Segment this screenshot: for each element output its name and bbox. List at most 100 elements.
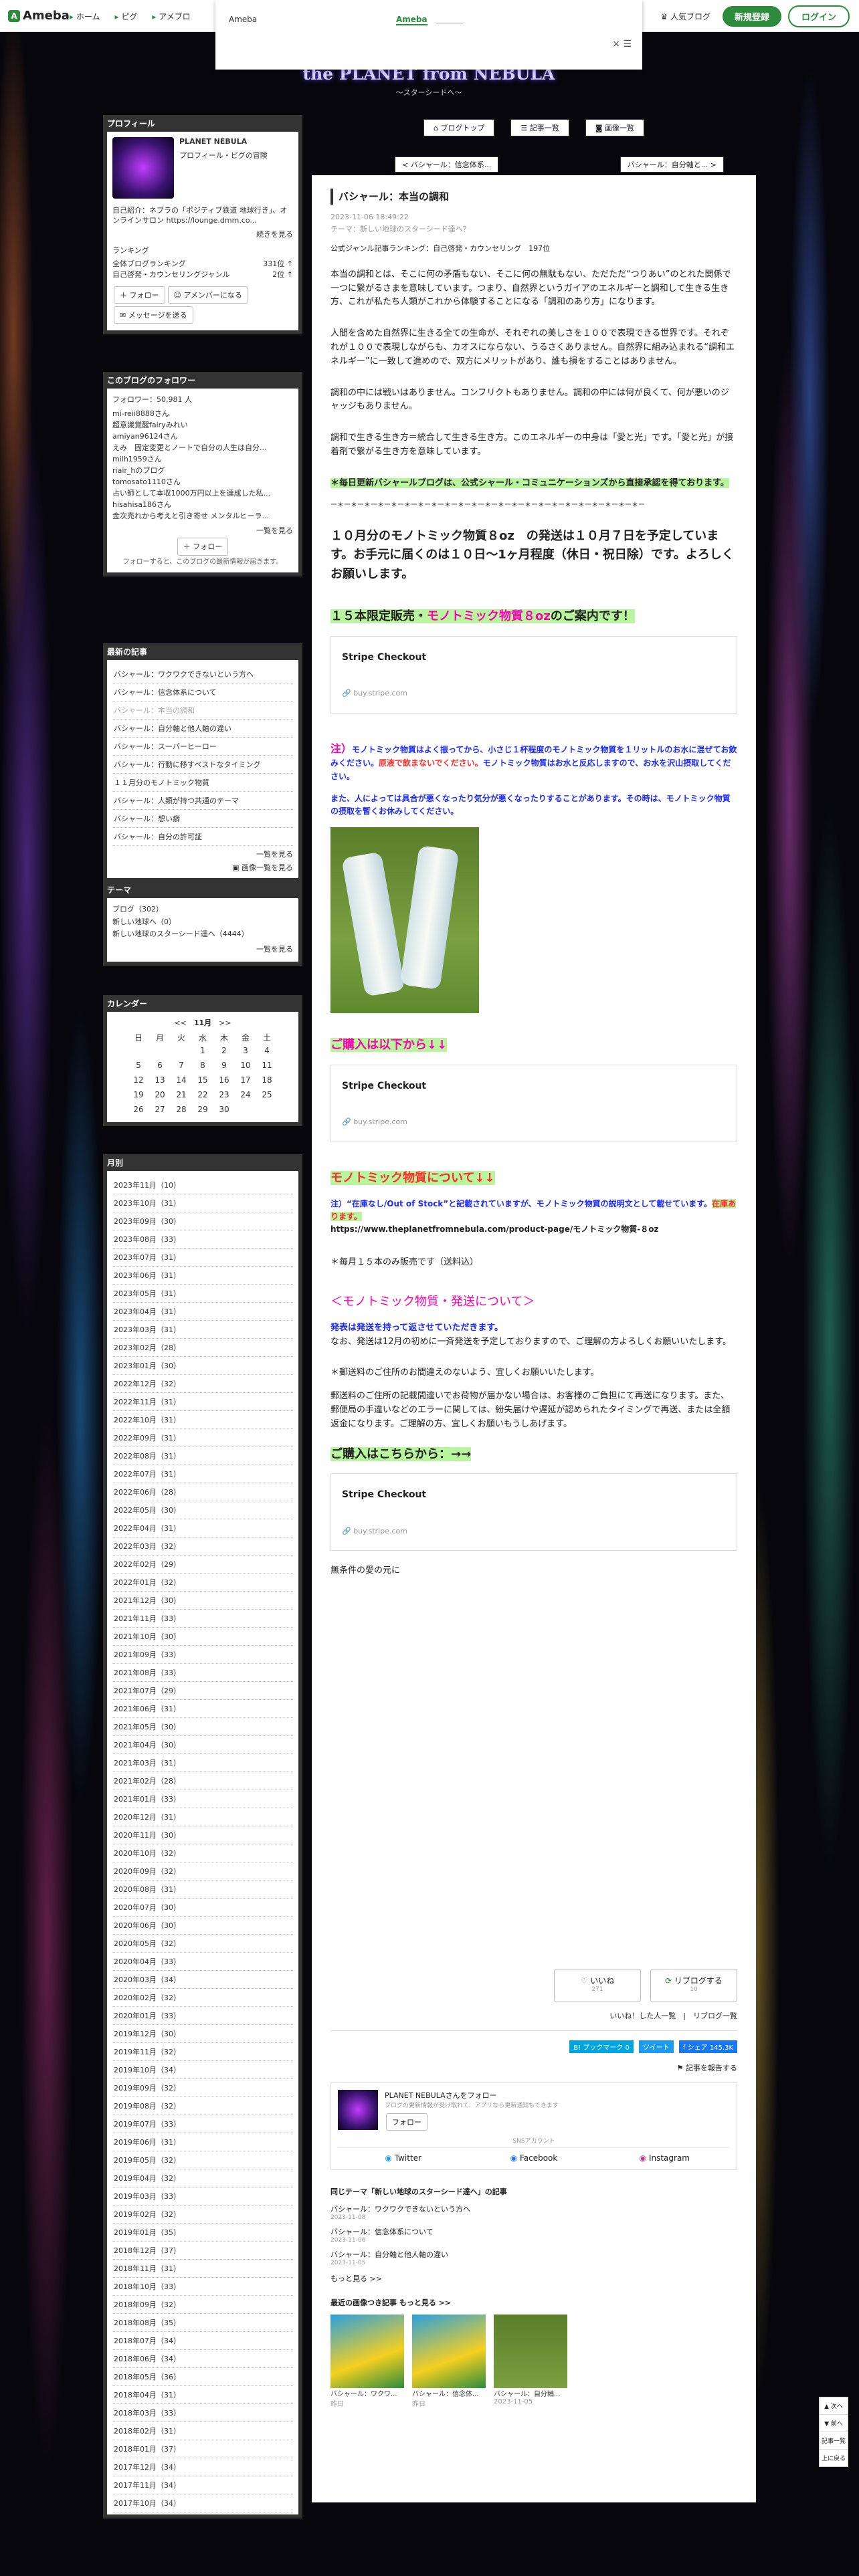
recent-item[interactable]: バシャール：自分の許可証 (112, 828, 293, 846)
archive-item[interactable]: 2021年11月（33） (112, 1610, 293, 1628)
same-theme-item[interactable]: バシャール：ワクワクできないという方へ 2023-11-08 (330, 2204, 737, 2221)
archive-item[interactable]: 2017年09月（35） (112, 2512, 293, 2514)
follow-button[interactable]: ＋ フォロー (114, 286, 165, 304)
theme-item[interactable]: 新しい地球へ（0） (112, 916, 293, 929)
archive-item[interactable]: 2018年05月（36） (112, 2368, 293, 2386)
calendar-day[interactable]: 5 (128, 1058, 149, 1073)
archive-item[interactable]: 2019年11月（32） (112, 2043, 293, 2061)
recent-item[interactable]: バシャール：行動に移すベストなタイミング (112, 756, 293, 774)
follower-item[interactable]: えみ 固定変更とノートで自分の人生は自分... (112, 442, 293, 453)
recent-item[interactable]: バシャール：人類が持つ共通のテーマ (112, 792, 293, 810)
archive-item[interactable]: 2022年06月（28） (112, 1483, 293, 1501)
theme-item[interactable]: 新しい地球のスターシード達へ（4444） (112, 928, 293, 941)
archive-item[interactable]: 2023年06月（31） (112, 1267, 293, 1285)
archive-item[interactable]: 2019年01月（35） (112, 2224, 293, 2242)
archive-item[interactable]: 2022年12月（32） (112, 1375, 293, 1393)
facebook-link[interactable]: ◉ Facebook (468, 2153, 599, 2163)
calendar-day[interactable]: 3 (235, 1043, 256, 1058)
follow-button-2[interactable]: ＋ フォロー (177, 537, 229, 556)
archive-item[interactable]: 2021年02月（28） (112, 1772, 293, 1790)
archive-item[interactable]: 2018年04月（31） (112, 2386, 293, 2404)
recent-item[interactable]: バシャール：信念体系について (112, 683, 293, 702)
twitter-link[interactable]: ◉ Twitter (338, 2153, 468, 2163)
nav-home[interactable]: ホーム (70, 11, 100, 22)
followers-more-link[interactable]: 一覧を見る (112, 525, 293, 536)
same-theme-item[interactable]: バシャール：信念体系について 2023-11-06 (330, 2226, 737, 2244)
archive-item[interactable]: 2019年03月（33） (112, 2187, 293, 2206)
archive-item[interactable]: 2022年07月（31） (112, 1465, 293, 1483)
popular-blog-link[interactable]: ♛ 人気ブログ (655, 11, 716, 22)
image-list-link[interactable]: ▣ 画像一覧を見る (112, 862, 293, 873)
article-theme[interactable]: テーマ：新しい地球のスターシード達へ？ (330, 223, 737, 235)
nav-pigg[interactable]: ピグ (114, 11, 137, 22)
ameba-logo[interactable]: A Ameba (8, 9, 70, 23)
archive-item[interactable]: 2022年01月（32） (112, 1574, 293, 1592)
archive-item[interactable]: 2021年04月（30） (112, 1736, 293, 1754)
archive-item[interactable]: 2018年09月（32） (112, 2296, 293, 2314)
archive-item[interactable]: 2018年10月（33） (112, 2278, 293, 2296)
search-tab-ameba[interactable]: Ameba (396, 15, 427, 25)
list-float-button[interactable]: 記事一覧 (820, 2432, 848, 2450)
calendar-day[interactable]: 2 (213, 1043, 235, 1058)
calendar-day[interactable]: 1 (192, 1043, 213, 1058)
archive-item[interactable]: 2023年05月（31） (112, 1285, 293, 1303)
archive-item[interactable]: 2020年03月（34） (112, 1971, 293, 1989)
follower-item[interactable]: hisahisa186さん (112, 499, 293, 510)
prev-float-button[interactable]: ▼ 前へ (820, 2415, 848, 2432)
archive-item[interactable]: 2023年10月（31） (112, 1194, 293, 1212)
archive-item[interactable]: 2020年12月（31） (112, 1808, 293, 1826)
calendar-day[interactable]: 14 (171, 1073, 192, 1087)
like-button[interactable]: ♡ いいね 271 (554, 1969, 641, 2002)
message-button[interactable]: ✉ メッセージを送る (114, 306, 193, 324)
archive-item[interactable]: 2020年11月（30） (112, 1826, 293, 1844)
archive-item[interactable]: 2018年02月（31） (112, 2422, 293, 2440)
calendar-next[interactable]: >> (219, 1018, 231, 1027)
close-menu-icon[interactable]: × ☰ (612, 39, 632, 49)
follower-item[interactable]: riair_hのブログ (112, 465, 293, 476)
archive-item[interactable]: 2019年06月（31） (112, 2133, 293, 2151)
author-avatar[interactable] (338, 2090, 378, 2130)
archive-item[interactable]: 2018年06月（34） (112, 2350, 293, 2368)
reaction-lists-link[interactable]: いいね！した人一覧 | リブログ一覧 (330, 2010, 737, 2021)
calendar-day[interactable]: 8 (192, 1058, 213, 1073)
archive-item[interactable]: 2021年05月（30） (112, 1718, 293, 1736)
archive-item[interactable]: 2022年05月（30） (112, 1501, 293, 1519)
image-list-button[interactable]: ◙ 画像一覧 (585, 119, 644, 136)
calendar-day[interactable]: 17 (235, 1073, 256, 1087)
image-article-card[interactable]: バシャール：自分軸... 2023-11-05 (494, 2315, 567, 2408)
calendar-day[interactable]: 11 (256, 1058, 278, 1073)
tweet-button[interactable]: ツイート (638, 2040, 674, 2053)
archive-item[interactable]: 2022年09月（31） (112, 1429, 293, 1447)
archive-item[interactable]: 2023年02月（28） (112, 1339, 293, 1357)
top-float-button[interactable]: 上に戻る (820, 2450, 848, 2466)
calendar-day[interactable]: 30 (213, 1102, 235, 1117)
archive-item[interactable]: 2019年04月（32） (112, 2169, 293, 2187)
archive-item[interactable]: 2020年01月（33） (112, 2007, 293, 2025)
archive-item[interactable]: 2021年01月（33） (112, 1790, 293, 1808)
archive-item[interactable]: 2023年11月（10） (112, 1176, 293, 1194)
recent-images-heading[interactable]: 最近の画像つき記事 もっと見る >> (330, 2297, 737, 2308)
calendar-day[interactable]: 9 (213, 1058, 235, 1073)
calendar-day[interactable]: 24 (235, 1087, 256, 1102)
profile-name[interactable]: PLANET NEBULA (179, 137, 268, 146)
follower-item[interactable]: 金次売れから考えと引き寄せ メンタルヒーラ... (112, 510, 293, 522)
follower-item[interactable]: mi-reii8888さん (112, 408, 293, 419)
calendar-day[interactable]: 26 (128, 1102, 149, 1117)
calendar-prev[interactable]: << (174, 1018, 186, 1027)
profile-more-link[interactable]: 続きを見る (112, 229, 293, 239)
archive-item[interactable]: 2019年12月（30） (112, 2025, 293, 2043)
archive-item[interactable]: 2018年03月（33） (112, 2404, 293, 2422)
archive-item[interactable]: 2023年09月（30） (112, 1212, 293, 1230)
avatar[interactable] (112, 137, 174, 199)
same-theme-more[interactable]: もっと見る >> (330, 2273, 737, 2284)
reblog-button[interactable]: ⟳ リブログする 10 (650, 1969, 737, 2002)
stripe-checkout-card[interactable]: Stripe Checkout 🔗 buy.stripe.com (330, 1064, 737, 1142)
archive-item[interactable]: 2021年06月（31） (112, 1700, 293, 1718)
archive-item[interactable]: 2021年07月（29） (112, 1682, 293, 1700)
archive-item[interactable]: 2021年10月（30） (112, 1628, 293, 1646)
archive-item[interactable]: 2020年04月（33） (112, 1953, 293, 1971)
archive-item[interactable]: 2019年08月（32） (112, 2097, 293, 2115)
report-link[interactable]: ⚑ 記事を報告する (330, 2062, 737, 2073)
instagram-link[interactable]: ◉ Instagram (599, 2153, 730, 2163)
image-article-card[interactable]: バシャール：信念体... 昨日 (412, 2315, 486, 2408)
